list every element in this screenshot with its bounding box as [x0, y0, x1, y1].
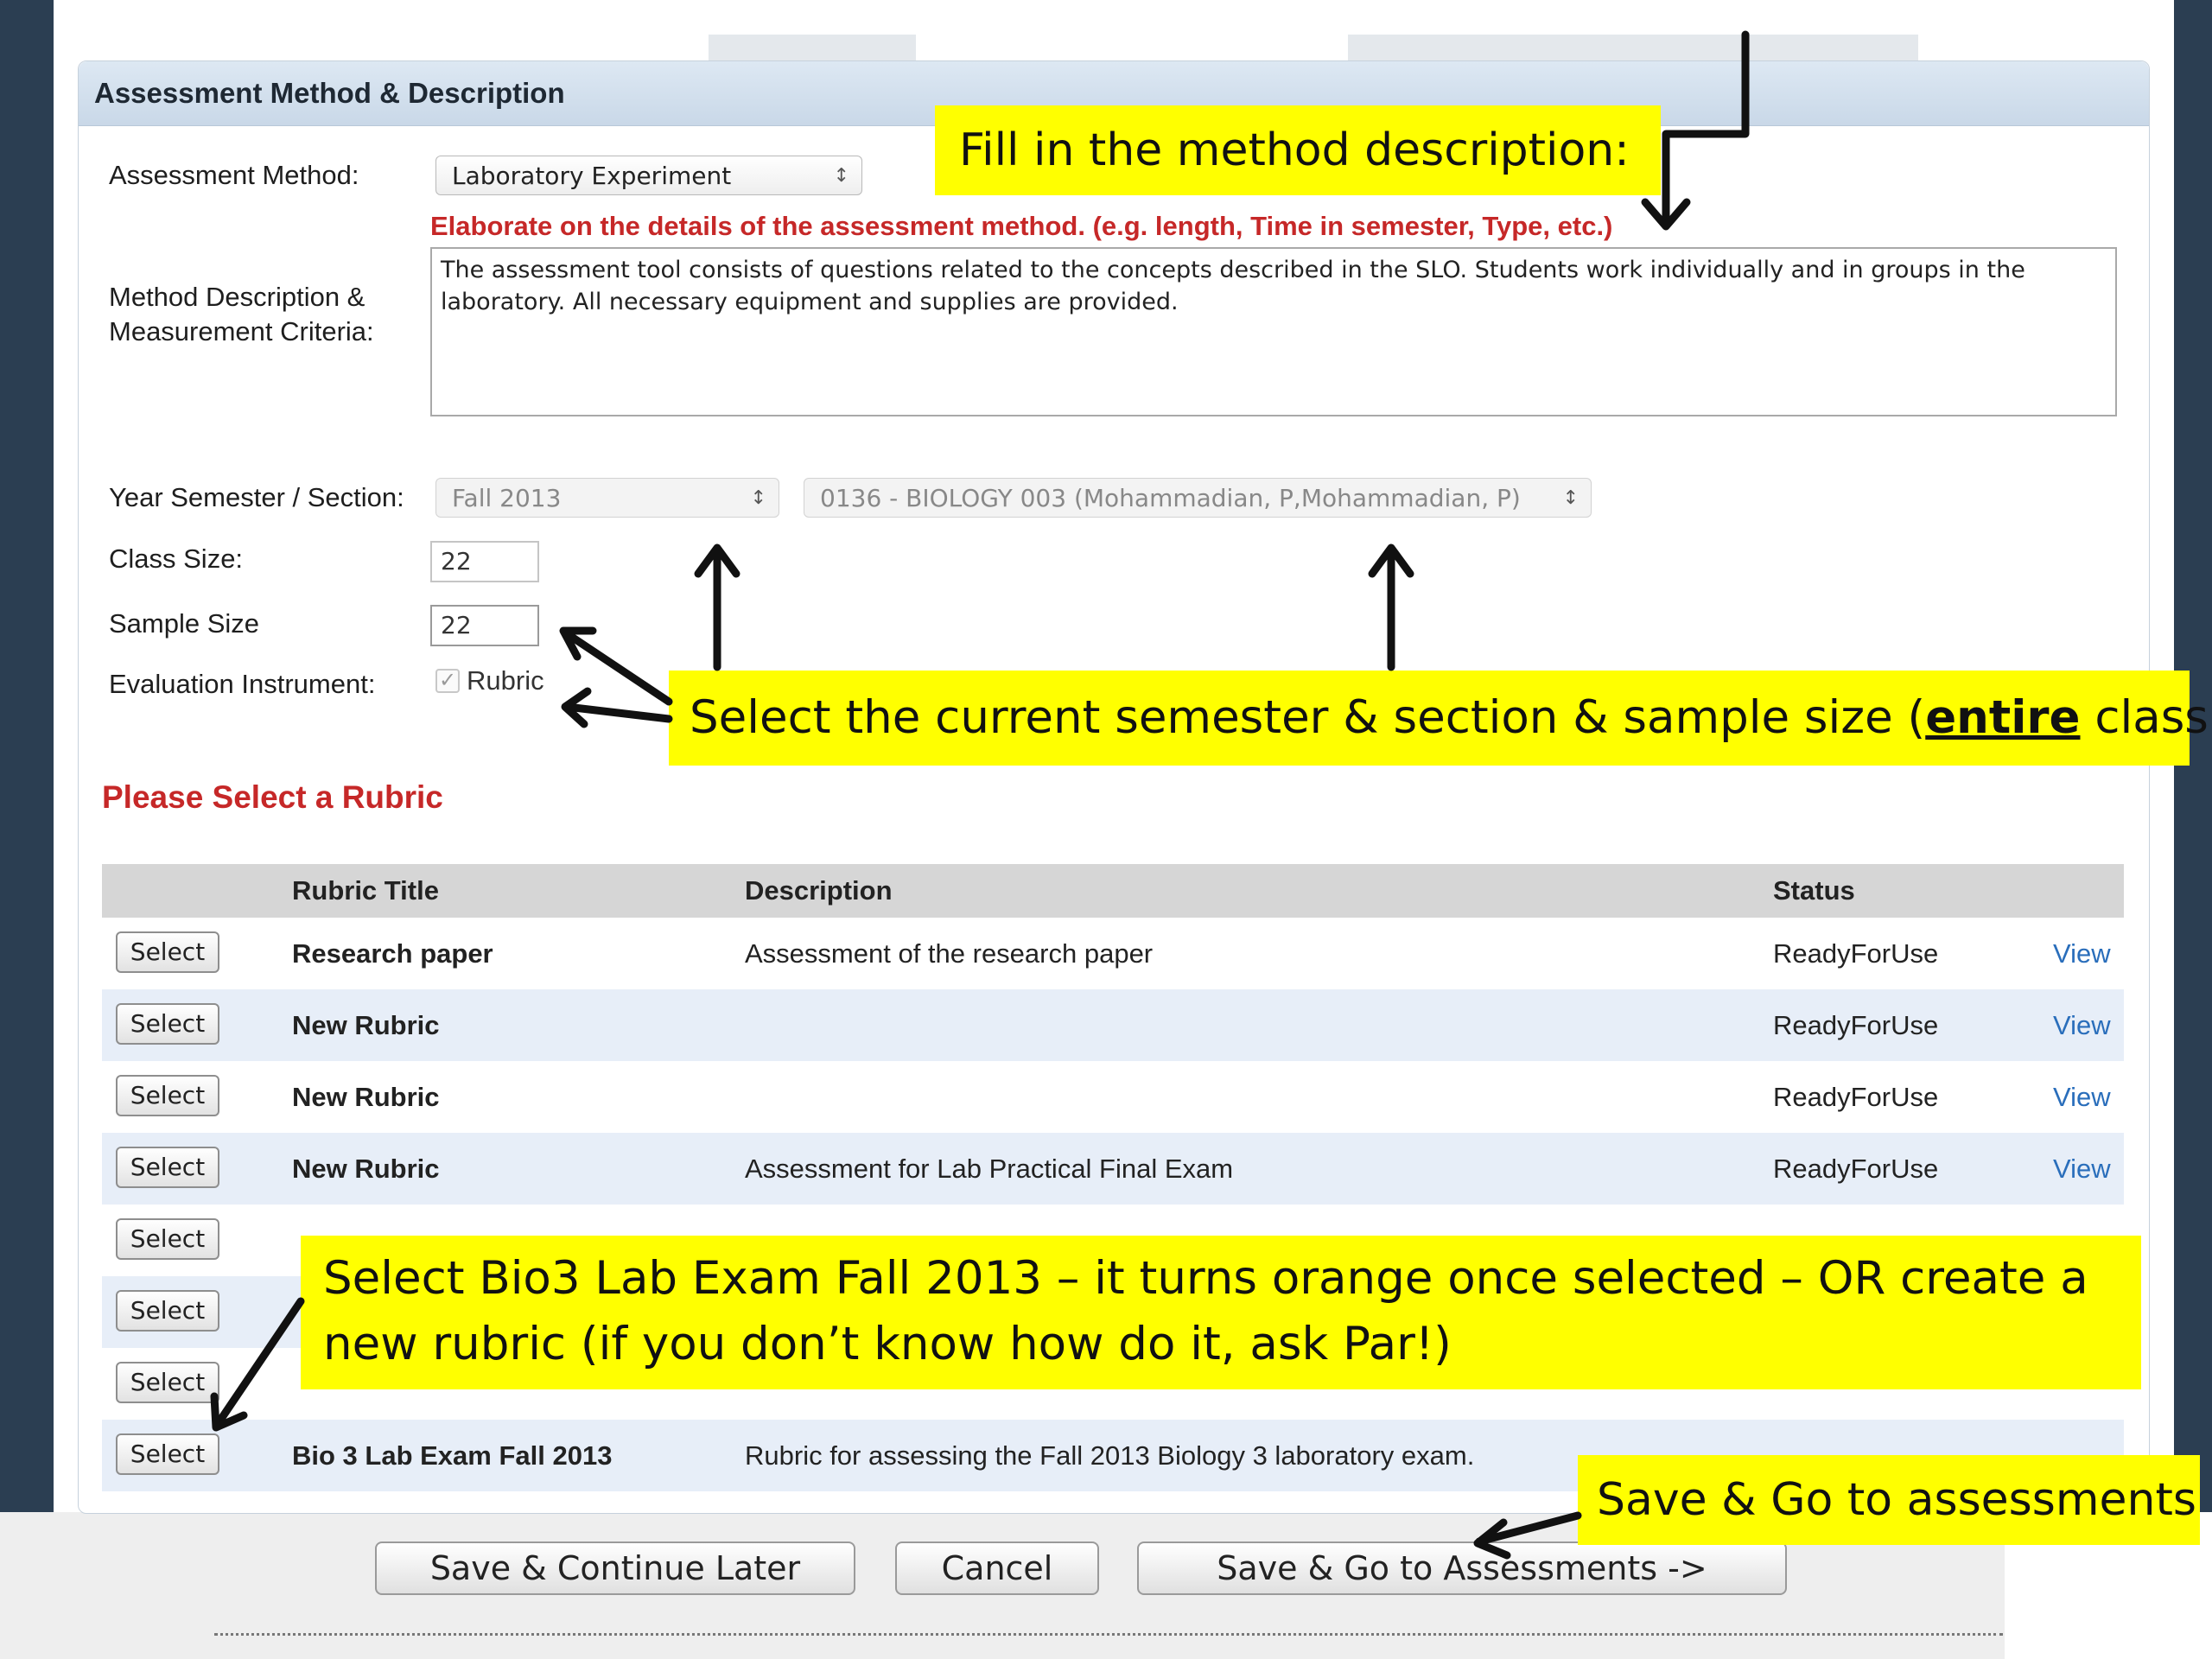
arrow-to-description: [1662, 30, 1750, 229]
annotation-arrows: [210, 30, 1750, 1560]
arrow-to-bio3-select: [213, 1297, 305, 1428]
arrow-to-sample-size: [561, 628, 673, 706]
